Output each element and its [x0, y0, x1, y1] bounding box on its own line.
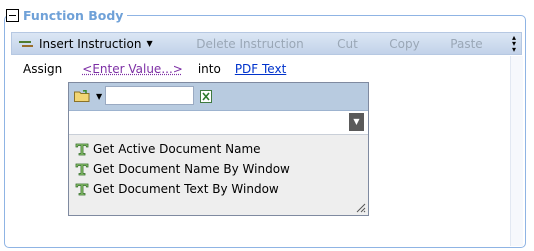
collapse-icon[interactable] — [6, 8, 19, 22]
folder-icon[interactable] — [74, 90, 90, 102]
delete-instruction-button[interactable]: Delete Instruction — [177, 33, 323, 54]
resize-grip-icon[interactable] — [354, 201, 366, 213]
function-t-icon — [75, 163, 89, 176]
copy-label: Copy — [389, 36, 420, 51]
copy-button[interactable]: Copy — [372, 33, 437, 54]
function-picker-popup: ▼ ▼ Get Active Document Name Get Documen… — [68, 82, 369, 216]
instruction-toolbar: Insert Instruction ▼ Delete Instruction … — [11, 32, 522, 55]
assign-statement: Assign <Enter Value...> into PDF Text — [23, 60, 286, 78]
list-item[interactable]: Get Document Text By Window — [75, 179, 290, 199]
scrollbar-track[interactable] — [510, 56, 523, 246]
cut-button[interactable]: Cut — [323, 33, 372, 54]
into-keyword: into — [197, 62, 221, 76]
list-item-label: Get Document Name By Window — [93, 162, 290, 176]
target-variable-link[interactable]: PDF Text — [235, 62, 286, 76]
list-item[interactable]: Get Document Name By Window — [75, 159, 290, 179]
insert-instruction-label: Insert Instruction — [39, 36, 142, 51]
list-item-label: Get Active Document Name — [93, 142, 261, 156]
function-t-icon — [75, 183, 89, 196]
paste-label: Paste — [450, 36, 483, 51]
function-body-legend: Function Body — [6, 4, 128, 26]
insert-instruction-icon — [19, 39, 33, 49]
delete-instruction-label: Delete Instruction — [196, 36, 304, 51]
search-input[interactable] — [105, 86, 194, 105]
chevron-down-icon[interactable]: ▼ — [96, 92, 102, 101]
function-list: Get Active Document Name Get Document Na… — [75, 139, 290, 199]
function-t-icon — [75, 143, 89, 156]
category-select[interactable]: ▼ — [69, 111, 368, 135]
chevron-down-icon[interactable]: ▼ — [349, 113, 364, 131]
section-title: Function Body — [23, 7, 124, 23]
paste-button[interactable]: Paste — [437, 33, 496, 54]
assign-keyword: Assign — [23, 62, 63, 76]
toolbar-overflow-icon[interactable]: ▴ ▾ ▾ — [510, 34, 518, 54]
insert-instruction-button[interactable]: Insert Instruction ▼ — [12, 33, 177, 54]
picker-toolbar: ▼ — [69, 83, 368, 111]
excel-icon[interactable] — [200, 90, 212, 103]
list-item-label: Get Document Text By Window — [93, 182, 279, 196]
enter-value-link[interactable]: <Enter Value...> — [82, 62, 183, 76]
chevron-down-icon: ▼ — [146, 39, 153, 48]
cut-label: Cut — [337, 36, 358, 51]
list-item[interactable]: Get Active Document Name — [75, 139, 290, 159]
